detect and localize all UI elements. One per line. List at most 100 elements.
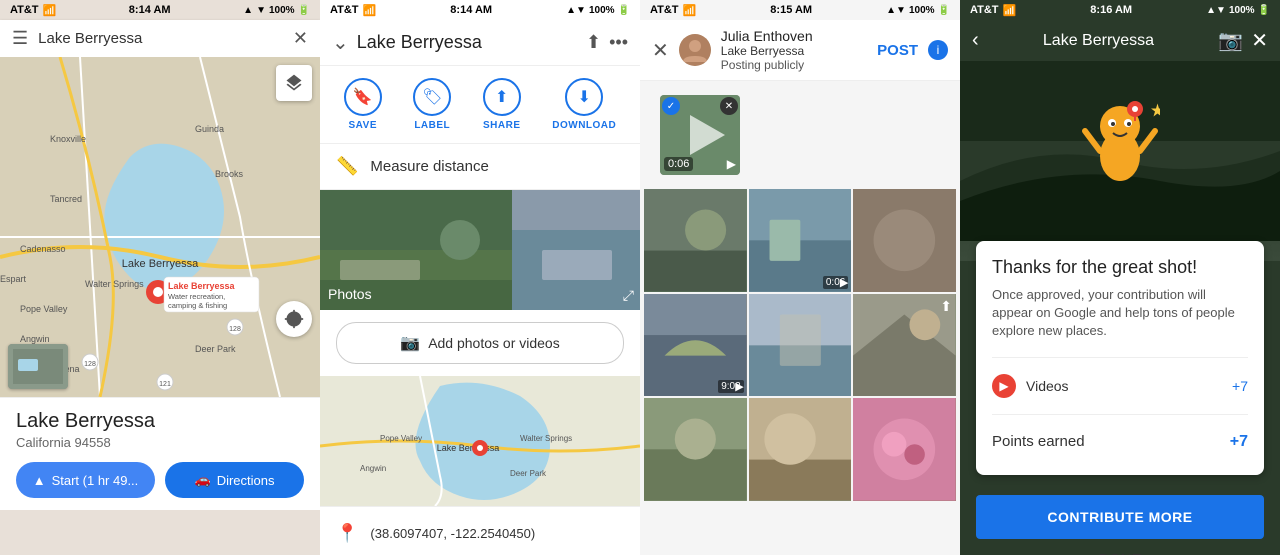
- media-grid: 0:06 ▶ 9:03 ▶: [640, 189, 960, 501]
- p4-camera-icon[interactable]: 📷: [1218, 28, 1243, 53]
- navigation-icon: ▲: [33, 473, 46, 488]
- svg-text:Lake Berryessa: Lake Berryessa: [168, 281, 236, 291]
- video-duration: 0:06: [664, 157, 693, 171]
- svg-text:Pope Valley: Pope Valley: [20, 304, 68, 314]
- upload-icon: ⬆: [940, 298, 952, 315]
- p4-close-icon[interactable]: ✕: [1251, 28, 1268, 53]
- grid-item[interactable]: 9:03 ▶: [644, 294, 747, 397]
- grid-item[interactable]: [644, 398, 747, 501]
- my-location-button[interactable]: [276, 301, 312, 337]
- grid-item[interactable]: ⬆: [853, 294, 956, 397]
- map-thumbnail[interactable]: [8, 344, 68, 389]
- posting-status: Posting publicly: [721, 58, 867, 72]
- p2-mini-map[interactable]: Lake Berryessa Pope Valley Walter Spring…: [320, 376, 640, 506]
- p4-header: ‹ Lake Berryessa 📷 ✕: [960, 20, 1280, 61]
- svg-text:camping & fishing: camping & fishing: [168, 301, 227, 310]
- points-label: Points earned: [992, 433, 1220, 450]
- panel-contribution-thanks: AT&T 📶 8:16 AM ▲▼ 100% 🔋 ‹ Lake Berryess…: [960, 0, 1280, 555]
- svg-text:Angwin: Angwin: [360, 464, 386, 473]
- play-badge: ▶: [735, 380, 743, 393]
- add-photos-button[interactable]: 📷 Add photos or videos: [336, 322, 624, 364]
- user-location: Lake Berryessa: [721, 44, 867, 58]
- back-icon[interactable]: ⌄: [332, 30, 349, 55]
- search-input[interactable]: [38, 30, 283, 47]
- card-title: Thanks for the great shot!: [992, 257, 1248, 278]
- grid-item[interactable]: [644, 189, 747, 292]
- p3-close-icon[interactable]: ✕: [652, 38, 669, 63]
- p2-header: ⌄ Lake Berryessa ⬆ •••: [320, 20, 640, 66]
- panel-maps-main: AT&T 📶 8:14 AM ▲ ▼ 100% 🔋 ☰ ✕: [0, 0, 320, 555]
- wifi-icon-3: 📶: [683, 4, 697, 17]
- grid-item[interactable]: [853, 398, 956, 501]
- grid-item[interactable]: [853, 189, 956, 292]
- measure-distance-row[interactable]: 📏 Measure distance: [320, 144, 640, 190]
- play-icon: ▶: [727, 157, 736, 171]
- remove-video-icon[interactable]: ✕: [720, 97, 738, 115]
- post-button[interactable]: POST: [877, 42, 918, 59]
- wifi-icon: 📶: [43, 4, 57, 17]
- status-bar-2: AT&T 📶 8:14 AM ▲▼ 100% 🔋: [320, 0, 640, 20]
- checkmark-icon: ✓: [662, 97, 680, 115]
- selected-video[interactable]: ✕ 0:06 ▶ ✓: [660, 95, 740, 175]
- svg-text:Pope Valley: Pope Valley: [380, 434, 422, 443]
- battery-icon-2: 🔋: [618, 5, 630, 16]
- mascot-character: [1080, 91, 1160, 203]
- info-icon[interactable]: i: [928, 40, 948, 60]
- svg-text:Tancred: Tancred: [50, 194, 82, 204]
- start-button[interactable]: ▲ Start (1 hr 49...: [16, 462, 155, 498]
- svg-text:Water recreation,: Water recreation,: [168, 292, 225, 301]
- share-action-icon: ⬆: [483, 78, 521, 116]
- battery-icon-3: 🔋: [938, 5, 950, 16]
- close-search-icon[interactable]: ✕: [293, 28, 308, 49]
- status-right-1: ▲ ▼ 100% 🔋: [243, 5, 310, 16]
- camera-icon: 📷: [400, 333, 420, 353]
- label-icon-circle: 🏷: [413, 78, 451, 116]
- p4-background: [960, 61, 1280, 261]
- map-view[interactable]: Lake Berryessa Knoxville Guinda Tancred …: [0, 57, 320, 397]
- layers-icon: [284, 73, 304, 93]
- card-description: Once approved, your contribution will ap…: [992, 286, 1248, 341]
- measure-label: Measure distance: [370, 158, 488, 175]
- p4-back-icon[interactable]: ‹: [972, 29, 979, 52]
- map-layers-button[interactable]: [276, 65, 312, 101]
- hamburger-icon[interactable]: ☰: [12, 28, 28, 49]
- coords-section: 📍 (38.6097407, -122.2540450) ⊞ 84CVJP5W+…: [320, 506, 640, 555]
- panel-place-details: AT&T 📶 8:14 AM ▲▼ 100% 🔋 ⌄ Lake Berryess…: [320, 0, 640, 555]
- done-button[interactable]: DONE: [960, 551, 1280, 555]
- svg-text:Guinda: Guinda: [195, 124, 224, 134]
- search-bar: ☰ ✕: [0, 20, 320, 57]
- p2-map-svg: Lake Berryessa Pope Valley Walter Spring…: [320, 376, 640, 506]
- label-action[interactable]: 🏷 LABEL: [413, 78, 451, 131]
- grid-item[interactable]: [749, 398, 852, 501]
- coordinates-text: (38.6097407, -122.2540450): [370, 526, 535, 541]
- directions-button[interactable]: 🚗 Directions: [165, 462, 304, 498]
- user-avatar: [679, 34, 711, 66]
- p4-place-title: Lake Berryessa: [987, 32, 1211, 50]
- grid-item[interactable]: 0:06 ▶: [749, 189, 852, 292]
- place-subtitle: California 94558: [16, 435, 304, 450]
- photos-strip[interactable]: Photos ⤢: [320, 190, 640, 310]
- user-info: Julia Enthoven Lake Berryessa Posting pu…: [721, 28, 867, 72]
- grid-item[interactable]: [749, 294, 852, 397]
- points-earned-row: Points earned +7: [992, 425, 1248, 459]
- contribution-points: +7: [1232, 378, 1248, 394]
- thumbnail-svg: [8, 344, 68, 389]
- p2-action-bar: 🔖 SAVE 🏷 LABEL ⬆ SHARE ⬇ DOWNLOAD: [320, 66, 640, 144]
- svg-text:Espart: Espart: [0, 274, 27, 284]
- play-badge: ▶: [840, 276, 848, 289]
- download-action[interactable]: ⬇ DOWNLOAD: [552, 78, 616, 131]
- points-value: +7: [1230, 433, 1248, 451]
- signal-icon: ▼: [256, 5, 266, 16]
- more-options-icon[interactable]: •••: [609, 32, 628, 53]
- contribute-more-button[interactable]: CONTRIBUTE MORE: [976, 495, 1264, 539]
- p3-header: ✕ Julia Enthoven Lake Berryessa Posting …: [640, 20, 960, 81]
- contribution-label: Videos: [1026, 378, 1222, 394]
- save-action[interactable]: 🔖 SAVE: [344, 78, 382, 131]
- coordinates-row: 📍 (38.6097407, -122.2540450): [336, 517, 624, 550]
- svg-text:Lake Berryessa: Lake Berryessa: [122, 258, 199, 270]
- download-icon-circle: ⬇: [565, 78, 603, 116]
- share-action[interactable]: ⬆ SHARE: [483, 78, 521, 131]
- svg-text:128: 128: [84, 361, 96, 368]
- photo-left: Photos: [320, 190, 512, 310]
- share-icon[interactable]: ⬆: [586, 32, 601, 53]
